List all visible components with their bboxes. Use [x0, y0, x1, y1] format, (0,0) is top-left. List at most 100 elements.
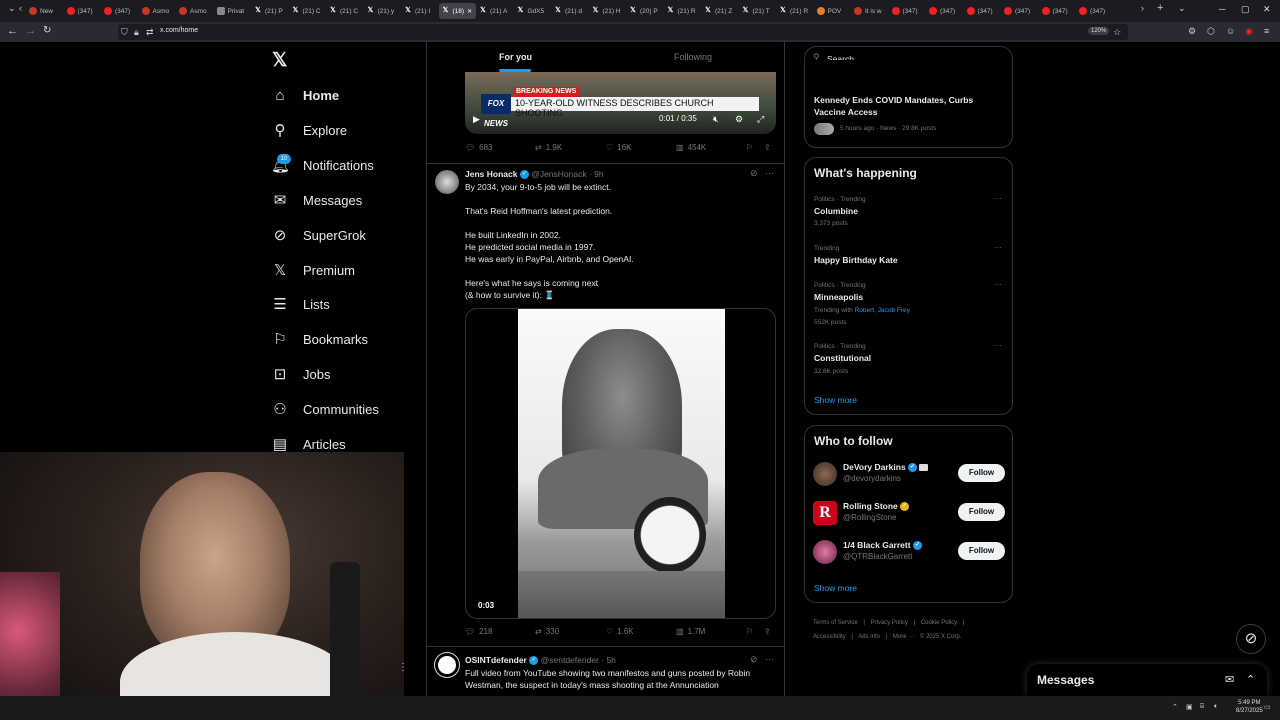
x-logo-icon[interactable]: 𝕏 — [272, 49, 287, 72]
lock-icon[interactable]: 🔒︎ — [134, 27, 139, 38]
trend-title[interactable]: Minneapolis — [814, 292, 863, 302]
browser-tab[interactable]: 𝕏 (21) R — [664, 3, 702, 19]
browser-tab[interactable]: 𝕏 (21) d — [551, 3, 589, 19]
sidebar-item-bookmarks[interactable]: ⚐ Bookmarks — [271, 326, 368, 352]
close-tab-icon[interactable]: ✕ — [467, 8, 472, 15]
author-name[interactable]: Jens Honack — [465, 169, 517, 179]
avatar[interactable] — [435, 170, 459, 194]
tab-list-icon[interactable]: ⌄ — [8, 3, 16, 14]
follow-button[interactable]: Follow — [958, 542, 1005, 560]
reload-button[interactable]: ↻ — [43, 25, 51, 36]
extension-icon[interactable]: ⬡ — [1207, 26, 1215, 37]
browser-tab[interactable]: 𝕏 (21) y — [364, 3, 402, 19]
grok-explain-icon[interactable]: ⊘ — [750, 654, 758, 665]
avatar[interactable] — [813, 540, 837, 564]
sidebar-item-jobs[interactable]: ⊡ Jobs — [271, 361, 331, 387]
browser-tab[interactable]: 𝕏 (21) Z — [701, 3, 739, 19]
notifications-icon[interactable]: ▭ — [1264, 703, 1271, 711]
tab-scroll-right-icon[interactable]: › — [1141, 3, 1144, 13]
grok-button[interactable]: ⊘ — [1236, 624, 1266, 654]
more-options-icon[interactable]: ⋮ — [398, 662, 404, 673]
trend-related-link[interactable]: Robert, Jacob Frey — [855, 307, 910, 314]
trend-more-icon[interactable]: ··· — [994, 280, 1002, 289]
show-more-link[interactable]: Show more — [814, 395, 857, 405]
account-handle[interactable]: @devorydarkins — [843, 474, 901, 483]
shield-icon[interactable]: ⛉ — [121, 27, 128, 38]
browser-tab[interactable]: 𝕏 (21) C — [289, 3, 327, 19]
browser-tab[interactable]: 𝕏 (20) P — [626, 3, 664, 19]
browser-tab[interactable]: Privat — [214, 3, 252, 19]
repost-button[interactable]: ⇄ 1.9K — [535, 143, 562, 152]
views-button[interactable]: ▥ 1.7M — [676, 627, 705, 636]
browser-tab[interactable]: 𝕏 (21) P — [251, 3, 289, 19]
avatar[interactable] — [813, 462, 837, 486]
post-video[interactable]: 0:03 — [465, 308, 776, 619]
author-handle[interactable]: @sentdefender — [541, 655, 599, 665]
account-handle[interactable]: @RollingStone — [843, 513, 896, 522]
mute-icon[interactable]: 🔇︎ — [713, 114, 719, 125]
permissions-icon[interactable]: ⇄ — [146, 27, 154, 38]
tab-following[interactable]: Following — [674, 52, 712, 62]
browser-tab[interactable]: (347) — [926, 3, 964, 19]
trend-more-icon[interactable]: ··· — [994, 243, 1002, 252]
tab-for-you[interactable]: For you — [499, 52, 532, 62]
footer-more-button[interactable]: More ··· — [893, 634, 914, 640]
follow-suggestion[interactable]: DeVory Darkins ✓ @devorydarkins Follow — [813, 461, 1005, 487]
author-handle[interactable]: @JensHonack — [531, 169, 586, 179]
volume-icon[interactable]: 🔈︎ — [1214, 703, 1218, 711]
sidebar-item-supergrok[interactable]: ⊘ SuperGrok — [271, 222, 366, 248]
account-icon[interactable]: ☺ — [1226, 26, 1235, 36]
browser-tab[interactable]: Asmo — [176, 3, 214, 19]
minimize-button[interactable]: ─ — [1219, 4, 1225, 14]
bookmark-button[interactable]: ⚐ — [746, 627, 753, 636]
grok-explain-icon[interactable]: ⊘ — [750, 168, 758, 179]
account-name[interactable]: DeVory Darkins ✓ — [843, 462, 929, 473]
share-button[interactable]: ⇪ — [764, 143, 771, 152]
clock[interactable]: 5:49 PM 8/27/2025 — [1236, 699, 1263, 715]
like-button[interactable]: ♡ 1.6K — [606, 627, 634, 636]
more-options-icon[interactable]: ··· — [765, 654, 774, 664]
account-name[interactable]: Rolling Stone ✓ — [843, 501, 910, 512]
trend-title[interactable]: Happy Birthday Kate — [814, 255, 898, 265]
sidebar-item-lists[interactable]: ☰ Lists — [271, 291, 329, 317]
footer-link-cookies[interactable]: Cookie Policy — [921, 620, 957, 626]
browser-tab[interactable]: New — [26, 3, 64, 19]
sidebar-item-home[interactable]: ⌂ Home — [271, 82, 339, 108]
new-message-icon[interactable]: ✉ — [1225, 673, 1234, 686]
show-more-link[interactable]: Show more — [814, 583, 857, 593]
network-icon[interactable]: ⌸ — [1200, 703, 1204, 711]
like-button[interactable]: ♡ 16K — [606, 143, 631, 152]
account-handle[interactable]: @QTRBlackGarrett — [843, 552, 912, 561]
browser-tab[interactable]: 𝕏 (21) A — [476, 3, 514, 19]
browser-tab[interactable]: (347) — [101, 3, 139, 19]
footer-link-terms[interactable]: Terms of Service — [813, 620, 858, 626]
extension-red-icon[interactable]: ◉ — [1245, 26, 1253, 37]
browser-tab[interactable]: 𝕏 (21) R — [776, 3, 814, 19]
post-video[interactable]: FOX NEWS BREAKING NEWS 10-YEAR-OLD WITNE… — [465, 72, 776, 134]
post-time[interactable]: · 9h — [589, 169, 604, 179]
tab-overflow-icon[interactable]: ⌄ — [1178, 3, 1186, 14]
avatar[interactable] — [435, 653, 459, 677]
footer-link-privacy[interactable]: Privacy Policy — [871, 620, 908, 626]
follow-button[interactable]: Follow — [958, 464, 1005, 482]
news-title[interactable]: Kennedy Ends COVID Mandates, Curbs Vacci… — [814, 94, 973, 118]
footer-link-accessibility[interactable]: Accessibility — [813, 634, 846, 640]
views-button[interactable]: ▥ 454K — [676, 143, 706, 152]
url-text[interactable]: x.com/home — [160, 27, 198, 34]
browser-tab[interactable]: (347) — [1076, 3, 1114, 19]
browser-tab[interactable]: POV — [814, 3, 852, 19]
browser-tab[interactable]: (347) — [64, 3, 102, 19]
browser-tab[interactable]: (347) — [964, 3, 1002, 19]
trend-more-icon[interactable]: ··· — [994, 194, 1002, 203]
zoom-level-badge[interactable]: 120% — [1088, 27, 1110, 35]
address-bar[interactable]: ⛉ 🔒︎ ⇄ x.com/home 120% ☆ — [118, 24, 1128, 40]
avatar[interactable]: R — [813, 501, 837, 525]
menu-icon[interactable]: ≡ — [1264, 26, 1269, 36]
back-button[interactable]: ← — [7, 25, 18, 37]
browser-tab[interactable]: 𝕏 (21) C — [326, 3, 364, 19]
follow-suggestion[interactable]: R Rolling Stone ✓ @RollingStone Follow — [813, 500, 1005, 526]
settings-icon[interactable]: ⚙ — [735, 114, 743, 125]
trend-title[interactable]: Constitutional — [814, 353, 871, 363]
new-tab-button[interactable]: + — [1157, 2, 1163, 14]
sidebar-item-messages[interactable]: ✉ Messages — [271, 187, 363, 213]
